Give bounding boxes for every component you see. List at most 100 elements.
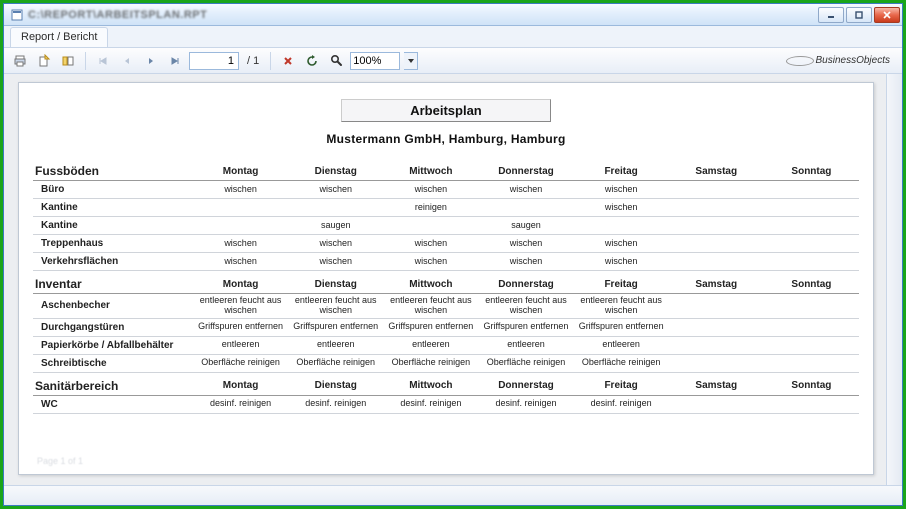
- next-page-button[interactable]: [141, 51, 161, 71]
- plan-cell: desinf. reinigen: [574, 395, 669, 413]
- first-page-button[interactable]: [93, 51, 113, 71]
- plan-cell: [764, 354, 859, 372]
- row-label: Kantine: [33, 199, 193, 217]
- plan-cell: Griffspuren entfernen: [574, 318, 669, 336]
- section-title: Inventar: [33, 271, 193, 294]
- close-button[interactable]: [874, 7, 900, 23]
- plan-cell: wischen: [478, 181, 573, 199]
- row-label: Durchgangstüren: [33, 318, 193, 336]
- report-title: Arbeitsplan: [341, 99, 551, 122]
- plan-cell: [669, 336, 764, 354]
- day-header: Sonntag: [764, 271, 859, 294]
- plan-cell: wischen: [193, 253, 288, 271]
- plan-cell: wischen: [383, 181, 478, 199]
- plan-cell: entleeren feucht aus wischen: [193, 294, 288, 319]
- plan-cell: saugen: [478, 217, 573, 235]
- table-row: DurchgangstürenGriffspuren entfernenGrif…: [33, 318, 859, 336]
- plan-cell: entleeren: [383, 336, 478, 354]
- day-header: Montag: [193, 372, 288, 395]
- day-header: Sonntag: [764, 372, 859, 395]
- plan-cell: Griffspuren entfernen: [288, 318, 383, 336]
- plan-cell: reinigen: [383, 199, 478, 217]
- day-header: Mittwoch: [383, 158, 478, 181]
- plan-cell: [764, 336, 859, 354]
- plan-cell: [193, 199, 288, 217]
- export-button[interactable]: [34, 51, 54, 71]
- day-header: Freitag: [574, 158, 669, 181]
- toggle-tree-button[interactable]: [58, 51, 78, 71]
- plan-cell: [383, 217, 478, 235]
- table-row: SchreibtischeOberfläche reinigenOberfläc…: [33, 354, 859, 372]
- row-label: Schreibtische: [33, 354, 193, 372]
- day-header: Montag: [193, 158, 288, 181]
- plan-cell: [669, 318, 764, 336]
- vertical-scrollbar[interactable]: [886, 74, 902, 485]
- toolbar: / 1 BusinessObjects: [4, 48, 902, 74]
- plan-cell: [764, 395, 859, 413]
- maximize-button[interactable]: [846, 7, 872, 23]
- tab-report[interactable]: Report / Bericht: [10, 27, 108, 47]
- plan-cell: wischen: [383, 253, 478, 271]
- plan-cell: [669, 181, 764, 199]
- plan-cell: desinf. reinigen: [383, 395, 478, 413]
- plan-cell: wischen: [288, 181, 383, 199]
- plan-cell: entleeren feucht aus wischen: [288, 294, 383, 319]
- row-label: Treppenhaus: [33, 235, 193, 253]
- minimize-button[interactable]: [818, 7, 844, 23]
- find-button[interactable]: [326, 51, 346, 71]
- plan-cell: [764, 199, 859, 217]
- day-header: Sonntag: [764, 158, 859, 181]
- prev-page-button[interactable]: [117, 51, 137, 71]
- day-header: Dienstag: [288, 372, 383, 395]
- plan-cell: wischen: [574, 181, 669, 199]
- window-controls: [818, 7, 900, 23]
- refresh-button[interactable]: [302, 51, 322, 71]
- page-total-label: / 1: [243, 55, 263, 67]
- plan-cell: entleeren: [574, 336, 669, 354]
- plan-cell: [669, 354, 764, 372]
- section-title: Fussböden: [33, 158, 193, 181]
- plan-cell: Oberfläche reinigen: [478, 354, 573, 372]
- plan-cell: desinf. reinigen: [288, 395, 383, 413]
- print-button[interactable]: [10, 51, 30, 71]
- page-number-input[interactable]: [189, 52, 239, 70]
- table-row: WCdesinf. reinigendesinf. reinigendesinf…: [33, 395, 859, 413]
- plan-cell: entleeren: [193, 336, 288, 354]
- plan-cell: Griffspuren entfernen: [383, 318, 478, 336]
- zoom-dropdown-button[interactable]: [404, 52, 418, 70]
- plan-cell: Oberfläche reinigen: [574, 354, 669, 372]
- table-row: Papierkörbe / Abfallbehälterentleerenent…: [33, 336, 859, 354]
- stop-button[interactable]: [278, 51, 298, 71]
- plan-cell: Oberfläche reinigen: [383, 354, 478, 372]
- plan-cell: wischen: [574, 253, 669, 271]
- zoom-input[interactable]: [350, 52, 400, 70]
- company-line: Mustermann GmbH, Hamburg, Hamburg: [33, 132, 859, 146]
- report-page: Arbeitsplan Mustermann GmbH, Hamburg, Ha…: [18, 82, 874, 475]
- plan-cell: [764, 217, 859, 235]
- plan-cell: wischen: [574, 235, 669, 253]
- row-label: Büro: [33, 181, 193, 199]
- tabstrip: Report / Bericht: [4, 26, 902, 48]
- plan-cell: wischen: [383, 235, 478, 253]
- titlebar[interactable]: C:\REPORT\ARBEITSPLAN.RPT: [4, 4, 902, 26]
- day-header: Samstag: [669, 372, 764, 395]
- plan-cell: [669, 199, 764, 217]
- plan-cell: [669, 294, 764, 319]
- plan-cell: [764, 181, 859, 199]
- app-window: C:\REPORT\ARBEITSPLAN.RPT Report / Beric…: [3, 3, 903, 506]
- table-row: Bürowischenwischenwischenwischenwischen: [33, 181, 859, 199]
- row-label: Papierkörbe / Abfallbehälter: [33, 336, 193, 354]
- plan-cell: Griffspuren entfernen: [193, 318, 288, 336]
- plan-cell: wischen: [288, 253, 383, 271]
- plan-cell: Oberfläche reinigen: [193, 354, 288, 372]
- plan-cell: wischen: [193, 181, 288, 199]
- window-title: C:\REPORT\ARBEITSPLAN.RPT: [28, 9, 207, 21]
- row-label: WC: [33, 395, 193, 413]
- brand-text: BusinessObjects: [816, 55, 890, 66]
- plan-table: FussbödenMontagDienstagMittwochDonnersta…: [33, 158, 859, 414]
- day-header: Samstag: [669, 158, 764, 181]
- plan-cell: entleeren: [478, 336, 573, 354]
- last-page-button[interactable]: [165, 51, 185, 71]
- section-title: Sanitärbereich: [33, 372, 193, 395]
- day-header: Samstag: [669, 271, 764, 294]
